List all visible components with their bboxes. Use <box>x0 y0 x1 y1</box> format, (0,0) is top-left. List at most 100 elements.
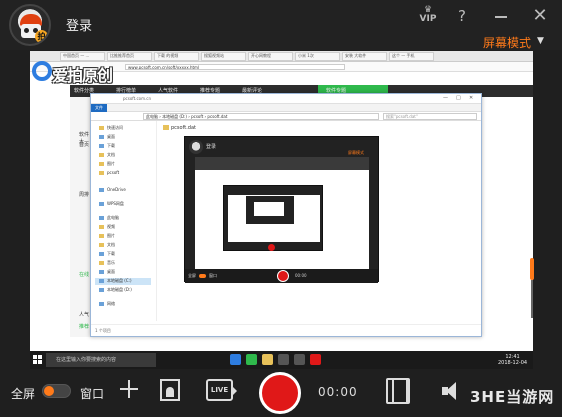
nested-login-label: 登录 <box>206 144 217 150</box>
add-icon[interactable] <box>119 379 139 399</box>
explorer-nav-label: 下载 <box>107 143 115 148</box>
explorer-nav-label: 快速访问 <box>107 125 123 130</box>
explorer-file-name: pcsoft.dat <box>171 125 197 131</box>
scrollbar-track <box>531 280 533 318</box>
explorer-nav-item: 本地磁盘 (D:) <box>99 287 132 294</box>
music-icon <box>99 261 104 265</box>
document-icon <box>99 153 104 157</box>
cloud-icon <box>99 202 104 206</box>
file-icon <box>163 125 169 130</box>
explorer-ribbon: 文件 <box>91 104 481 112</box>
download-icon <box>99 252 104 256</box>
explorer-nav-item: OneDrive <box>99 187 126 194</box>
explorer-title-bar: pcsoft.com.cn — □ ✕ <box>91 94 481 104</box>
video-library-icon[interactable] <box>386 378 410 404</box>
left-pane-item: 周排 <box>79 192 90 198</box>
minimize-icon[interactable] <box>491 6 511 26</box>
help-icon[interactable]: ? <box>452 6 472 26</box>
vip-icon[interactable]: ♛ VIP <box>418 6 438 26</box>
explorer-nav-label: pcsoft <box>107 170 120 175</box>
site-left-pane: 软件大 首页 周排 在线 人气 推荐 <box>70 97 92 337</box>
taskbar-folder-icon <box>262 354 273 365</box>
explorer-nav-label: 文档 <box>107 242 115 247</box>
nested-timer: 00:00 <box>295 273 307 278</box>
nested-avatar <box>189 140 203 154</box>
browser-tab: 搜狐视频站 <box>201 52 246 61</box>
explorer-nav-item: 此电脑 <box>99 215 119 222</box>
explorer-nav-item: 文档 <box>99 152 115 159</box>
explorer-nav-item: 桌面 <box>99 134 115 141</box>
video-icon <box>99 225 104 229</box>
taskbar-clock: 12:41 2018-12-04 <box>498 354 527 366</box>
live-stream-button[interactable]: LIVE <box>206 379 237 401</box>
avatar-badge: 拍 <box>35 30 48 43</box>
explorer-nav-item: 图片 <box>99 161 115 168</box>
explorer-title: pcsoft.com.cn <box>123 96 151 101</box>
explorer-minimize-icon: — <box>443 95 448 101</box>
explorer-nav-label: 文档 <box>107 152 115 157</box>
nested-window-label: 窗口 <box>209 273 217 278</box>
screen-mode-dropdown[interactable]: 屏幕模式 <box>483 34 531 51</box>
taskbar-date: 2018-12-04 <box>498 360 528 366</box>
taskbar-wechat-icon <box>246 354 257 365</box>
nested-preview <box>195 157 369 269</box>
taskbar-recorder-icon <box>310 354 321 365</box>
nested-recorder-window: 登录 屏幕模式 全屏 窗口 00:00 <box>184 136 379 283</box>
title-bar: 拍 登录 ♛ VIP ? ✕ 屏幕模式 ▼ <box>0 0 562 50</box>
explorer-nav-item: 下载 <box>99 251 115 258</box>
preview-scrollbar[interactable] <box>530 258 534 318</box>
nested-preview-header <box>195 157 369 170</box>
explorer-nav-item-selected: 本地磁盘 (C:) <box>95 278 151 285</box>
fullscreen-label[interactable]: 全屏 <box>11 385 35 402</box>
picture-icon <box>99 234 104 238</box>
camera-portrait-icon[interactable] <box>160 379 180 401</box>
computer-icon <box>99 216 104 220</box>
explorer-nav-item: 文档 <box>99 242 115 249</box>
network-icon <box>99 302 104 306</box>
speaker-icon[interactable] <box>442 380 464 402</box>
taskbar-app-icon <box>278 354 289 365</box>
login-link[interactable]: 登录 <box>66 15 92 34</box>
nested-nested-record-dot <box>268 244 275 251</box>
document-icon <box>99 243 104 247</box>
nested-control-bar: 全屏 窗口 00:00 <box>185 269 378 283</box>
browser-tab: 下载 的视频 <box>154 52 199 61</box>
chevron-down-icon[interactable]: ▼ <box>537 36 544 46</box>
desktop-icon <box>99 270 104 274</box>
explorer-nav-label: 音乐 <box>107 260 115 265</box>
explorer-file-tab: 文件 <box>91 104 107 112</box>
left-pane-item: 首页 <box>79 142 90 148</box>
browser-tab: 开心网教程 <box>248 52 293 61</box>
browser-tab: 这个 — 手机 <box>389 52 434 61</box>
explorer-nav-label: 桌面 <box>107 269 115 274</box>
avatar[interactable]: 拍 <box>9 4 51 46</box>
nested-nested-inner <box>254 202 284 216</box>
aipai-logo-text: 爱拍原创 <box>52 66 113 85</box>
left-pane-item: 推荐 <box>79 324 90 330</box>
window-label[interactable]: 窗口 <box>80 385 104 402</box>
close-icon[interactable]: ✕ <box>530 6 550 26</box>
explorer-nav-item: 桌面 <box>99 269 115 276</box>
explorer-nav-item: 视频 <box>99 224 115 231</box>
download-icon <box>99 144 104 148</box>
fullscreen-window-toggle[interactable] <box>42 384 71 398</box>
nested-mode-label: 屏幕模式 <box>348 150 364 155</box>
explorer-nav-label: 图片 <box>107 233 115 238</box>
left-pane-item: 人气 <box>79 312 90 318</box>
recording-timer: 00:00 <box>318 385 358 399</box>
left-pane-item: 在线 <box>79 272 90 278</box>
explorer-nav-label: WPS网盘 <box>107 201 124 206</box>
taskbar-app-icon <box>294 354 305 365</box>
explorer-nav-label: 图片 <box>107 161 115 166</box>
scrollbar-thumb[interactable] <box>530 258 534 280</box>
windows-start-icon <box>33 355 42 364</box>
explorer-nav-item: 下载 <box>99 143 115 150</box>
explorer-nav-item: 音乐 <box>99 260 115 267</box>
desktop-icon <box>99 135 104 139</box>
drive-icon <box>99 279 104 283</box>
record-button[interactable] <box>259 372 301 414</box>
explorer-status-bar: 1 个项目 <box>91 324 481 336</box>
explorer-nav-label: 桌面 <box>107 134 115 139</box>
nested-nested-recorder <box>223 185 323 251</box>
nested-record-button <box>277 270 289 282</box>
